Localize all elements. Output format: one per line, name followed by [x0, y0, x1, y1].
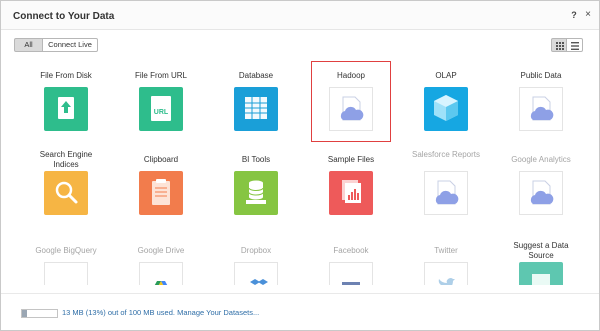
- list-view-button[interactable]: [567, 38, 583, 52]
- bi-database-icon: [234, 171, 278, 215]
- list-view-icon: [571, 42, 579, 50]
- source-tile-hadoop[interactable]: Hadoop: [304, 71, 398, 151]
- source-tile-file-from-disk[interactable]: File From Disk: [19, 71, 113, 151]
- storage-usage-bar: [21, 309, 58, 318]
- source-tile-label: Search Engine Indices: [39, 150, 93, 169]
- dialog-titlebar: Connect to Your Data ? ×: [1, 1, 599, 30]
- source-tile-label: Hadoop: [336, 71, 366, 80]
- source-tile-label: Twitter: [434, 246, 458, 255]
- source-tile-label: Google Analytics: [511, 155, 571, 164]
- database-icon: [234, 87, 278, 131]
- source-tile-database[interactable]: Database: [209, 71, 303, 151]
- source-tile-label: Facebook: [333, 246, 369, 255]
- source-tile-label: File From URL: [134, 71, 187, 80]
- source-tile-label: Google Drive: [137, 246, 185, 255]
- manage-datasets-link[interactable]: Manage Your Datasets...: [177, 308, 259, 317]
- source-tile-suggest-a-data-source[interactable]: Suggest a Data Source: [494, 241, 588, 285]
- storage-usage-text: 13 MB (13%) out of 100 MB used. Manage Y…: [62, 308, 259, 317]
- bigquery-icon: [44, 262, 88, 285]
- filter-all-button[interactable]: All: [14, 38, 43, 52]
- grid-view-button[interactable]: [551, 38, 567, 52]
- source-tile-label: Salesforce Reports: [411, 150, 481, 159]
- source-tile-google-bigquery: Google BigQuery: [19, 246, 113, 285]
- facebook-icon: f: [329, 262, 373, 285]
- source-tile-twitter: Twitter: [399, 246, 493, 285]
- clipboard-icon: [139, 171, 183, 215]
- svg-text:URL: URL: [154, 109, 169, 116]
- google-drive-icon: [139, 262, 183, 285]
- source-tile-label: File From Disk: [40, 71, 92, 80]
- footer-divider: [1, 293, 599, 294]
- cloud-doc-icon: [519, 171, 563, 215]
- grid-view-icon: [556, 42, 564, 50]
- close-icon[interactable]: ×: [583, 9, 593, 21]
- dialog-title: Connect to Your Data: [13, 11, 115, 22]
- dropbox-icon: [234, 262, 278, 285]
- source-tile-sample-files[interactable]: Sample Files: [304, 155, 398, 235]
- sample-chart-icon: [329, 171, 373, 215]
- upload-file-icon: [44, 87, 88, 131]
- source-tile-olap[interactable]: OLAP: [399, 71, 493, 151]
- source-tile-label: Database: [238, 71, 274, 80]
- url-file-icon: URL: [139, 87, 183, 131]
- source-tile-label: OLAP: [435, 71, 457, 80]
- help-icon[interactable]: ?: [569, 10, 579, 22]
- source-tile-label: Clipboard: [143, 155, 179, 164]
- magnifier-icon: [44, 171, 88, 215]
- cloud-doc-icon: [424, 171, 468, 215]
- storage-usage-fill: [22, 310, 27, 317]
- cube-icon: [424, 87, 468, 131]
- source-tile-label: BI Tools: [241, 155, 271, 164]
- suggest-icon: [519, 262, 563, 285]
- source-tile-label: Dropbox: [240, 246, 272, 255]
- source-tile-label: Sample Files: [327, 155, 375, 164]
- cloud-doc-icon: [329, 87, 373, 131]
- source-tile-public-data[interactable]: Public Data: [494, 71, 588, 151]
- source-tile-label: Public Data: [520, 71, 562, 80]
- source-tile-google-analytics: Google Analytics: [494, 155, 588, 235]
- storage-usage-label: 13 MB (13%) out of 100 MB used.: [62, 308, 175, 317]
- source-tile-dropbox: Dropbox: [209, 246, 303, 285]
- twitter-icon: [424, 262, 468, 285]
- source-tile-search-engine-indices[interactable]: Search Engine Indices: [19, 150, 113, 235]
- source-tile-file-from-url[interactable]: File From URL URL: [114, 71, 208, 151]
- source-tile-label: Suggest a Data Source: [513, 241, 569, 260]
- source-tile-salesforce-reports: Salesforce Reports: [399, 150, 493, 235]
- source-tile-bi-tools[interactable]: BI Tools: [209, 155, 303, 235]
- data-source-grid: File From Disk File From URL URL Database Ha…: [1, 59, 600, 285]
- source-tile-google-drive: Google Drive: [114, 246, 208, 285]
- source-tile-facebook: Facebook f: [304, 246, 398, 285]
- cloud-doc-icon: [519, 87, 563, 131]
- source-tile-clipboard[interactable]: Clipboard: [114, 155, 208, 235]
- connect-dialog: Connect to Your Data ? × All Connect Liv…: [0, 0, 600, 331]
- filter-connect-live-button[interactable]: Connect Live: [43, 38, 98, 52]
- source-tile-label: Google BigQuery: [35, 246, 97, 255]
